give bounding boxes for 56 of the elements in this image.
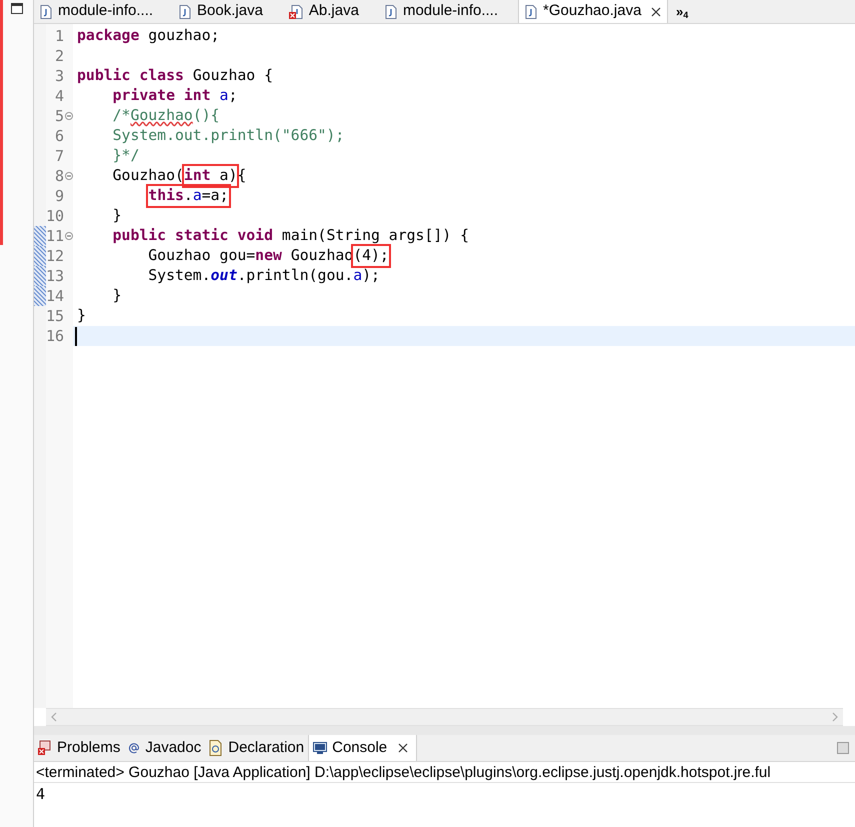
line-number: 6 [54,126,64,147]
java-file-icon [525,4,538,18]
line-number: 10 [46,206,64,227]
java-file-icon [40,4,52,18]
code-line: /*Gouzhao(){ [112,106,220,126]
line-number: 7 [54,146,64,167]
code-line: System.out.println("666"); [112,126,344,146]
fold-icon[interactable] [65,232,73,240]
panel-tab[interactable]: Javadoc [124,735,206,761]
line-number: 4 [54,86,64,107]
code-line: public class Gouzhao { [77,66,273,86]
restore-icon[interactable] [10,3,22,14]
text-cursor [75,326,77,346]
code-line: this.a=a; [77,186,228,206]
code-line: package gouzhao; [77,26,220,46]
line-number: 12 [46,246,64,267]
line-number: 13 [46,266,64,287]
editor-tab[interactable]: *Gouzhao.java [518,0,668,23]
code-line: public static void main(String args[]) { [112,226,469,246]
code-line: } [77,306,86,326]
line-number: 8 [54,166,64,187]
editor-tab[interactable]: module-info.... [34,0,160,23]
editor-tab[interactable]: Book.java [173,0,269,23]
close-icon[interactable] [651,6,662,16]
line-number: 11 [46,226,64,247]
editor-tab[interactable]: Ab.java [282,0,365,23]
at-sign-icon [128,742,140,754]
line-number: 2 [54,46,64,67]
code-line: Gouzhao gou=new Gouzhao(4); [77,246,389,266]
console-icon [313,742,328,754]
close-icon[interactable] [398,743,408,753]
code-line: Gouzhao(int a){ [77,166,246,186]
code-line: private int a; [112,86,238,106]
problems-icon [38,740,52,756]
panel-tab[interactable]: Console [308,735,418,761]
line-number: 1 [54,26,64,47]
code-line: }*/ [112,146,140,166]
declaration-icon [209,740,224,756]
fold-icon[interactable] [65,112,73,120]
line-number: 5 [54,106,64,127]
panel-tab[interactable]: Declaration [205,735,308,761]
console-header: <terminated> Gouzhao [Java Application] D:\app\eclipse\eclipse\plugins\org.eclipse.justj.openjdk.hotspot.jre.ful [34,762,855,783]
line-number: 15 [46,306,64,327]
line-number: 16 [46,326,64,347]
java-file-icon [179,4,192,18]
code-line: } [112,206,122,226]
line-number: 9 [54,186,64,207]
editor-tab[interactable]: module-info.... [378,0,504,23]
fold-icon[interactable] [65,172,73,180]
panel-tab[interactable]: Problems [34,735,124,761]
console-output: 4 [35,784,46,805]
java-file-icon [384,4,397,18]
code-line: System.out.println(gou.a); [147,266,380,286]
line-number: 14 [46,286,64,307]
line-number: 3 [54,66,64,87]
code-line: } [112,286,122,306]
